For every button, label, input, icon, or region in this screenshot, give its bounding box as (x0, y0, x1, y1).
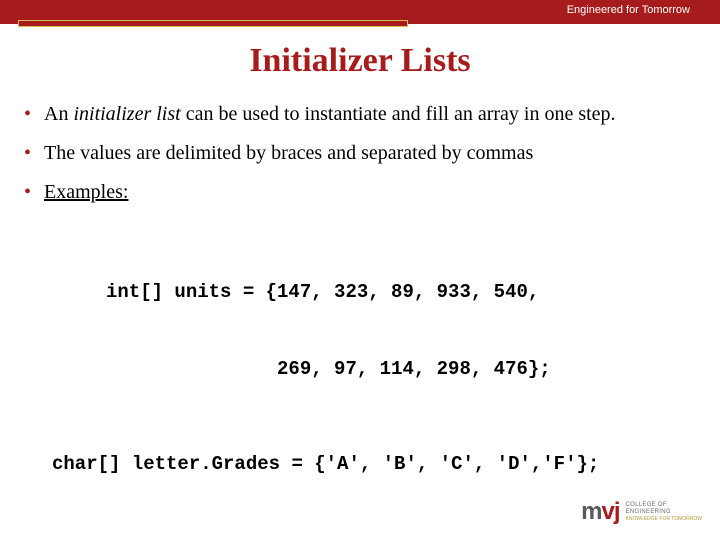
code-line: 269, 97, 114, 298, 476}; (52, 357, 698, 383)
logo-line2: ENGINEERING (626, 509, 702, 516)
bullet-item: An initializer list can be used to insta… (22, 102, 698, 127)
accent-block (18, 20, 408, 27)
bullet-text-pre: An (44, 103, 73, 125)
logo-line1: COLLEGE OF (626, 502, 702, 509)
footer-logo: mvj COLLEGE OF ENGINEERING KNOWLEDGE FOR… (581, 498, 702, 526)
bullet-text: Examples: (44, 181, 128, 203)
tagline: Engineered for Tomorrow (567, 4, 690, 16)
content-area: An initializer list can be used to insta… (0, 80, 720, 529)
bullet-item: The values are delimited by braces and s… (22, 141, 698, 166)
code-line: char[] letter.Grades = {'A', 'B', 'C', '… (52, 452, 698, 478)
bullet-item: Examples: (22, 180, 698, 205)
logo-mark: mvj (581, 498, 619, 526)
code-example-1: int[] units = {147, 323, 89, 933, 540, 2… (22, 229, 698, 529)
bullet-text: The values are delimited by braces and s… (44, 142, 533, 164)
logo-sub: KNOWLEDGE FOR TOMORROW (626, 516, 702, 522)
bullet-list: An initializer list can be used to insta… (22, 102, 698, 205)
bullet-text-post: can be used to instantiate and fill an a… (181, 103, 616, 125)
logo-vj: vj (602, 498, 620, 525)
code-line: int[] units = {147, 323, 89, 933, 540, (52, 280, 698, 306)
bullet-text-em: initializer list (73, 103, 180, 125)
logo-m: m (581, 498, 601, 525)
slide-title: Initializer Lists (0, 42, 720, 80)
logo-text-block: COLLEGE OF ENGINEERING KNOWLEDGE FOR TOM… (626, 502, 702, 522)
